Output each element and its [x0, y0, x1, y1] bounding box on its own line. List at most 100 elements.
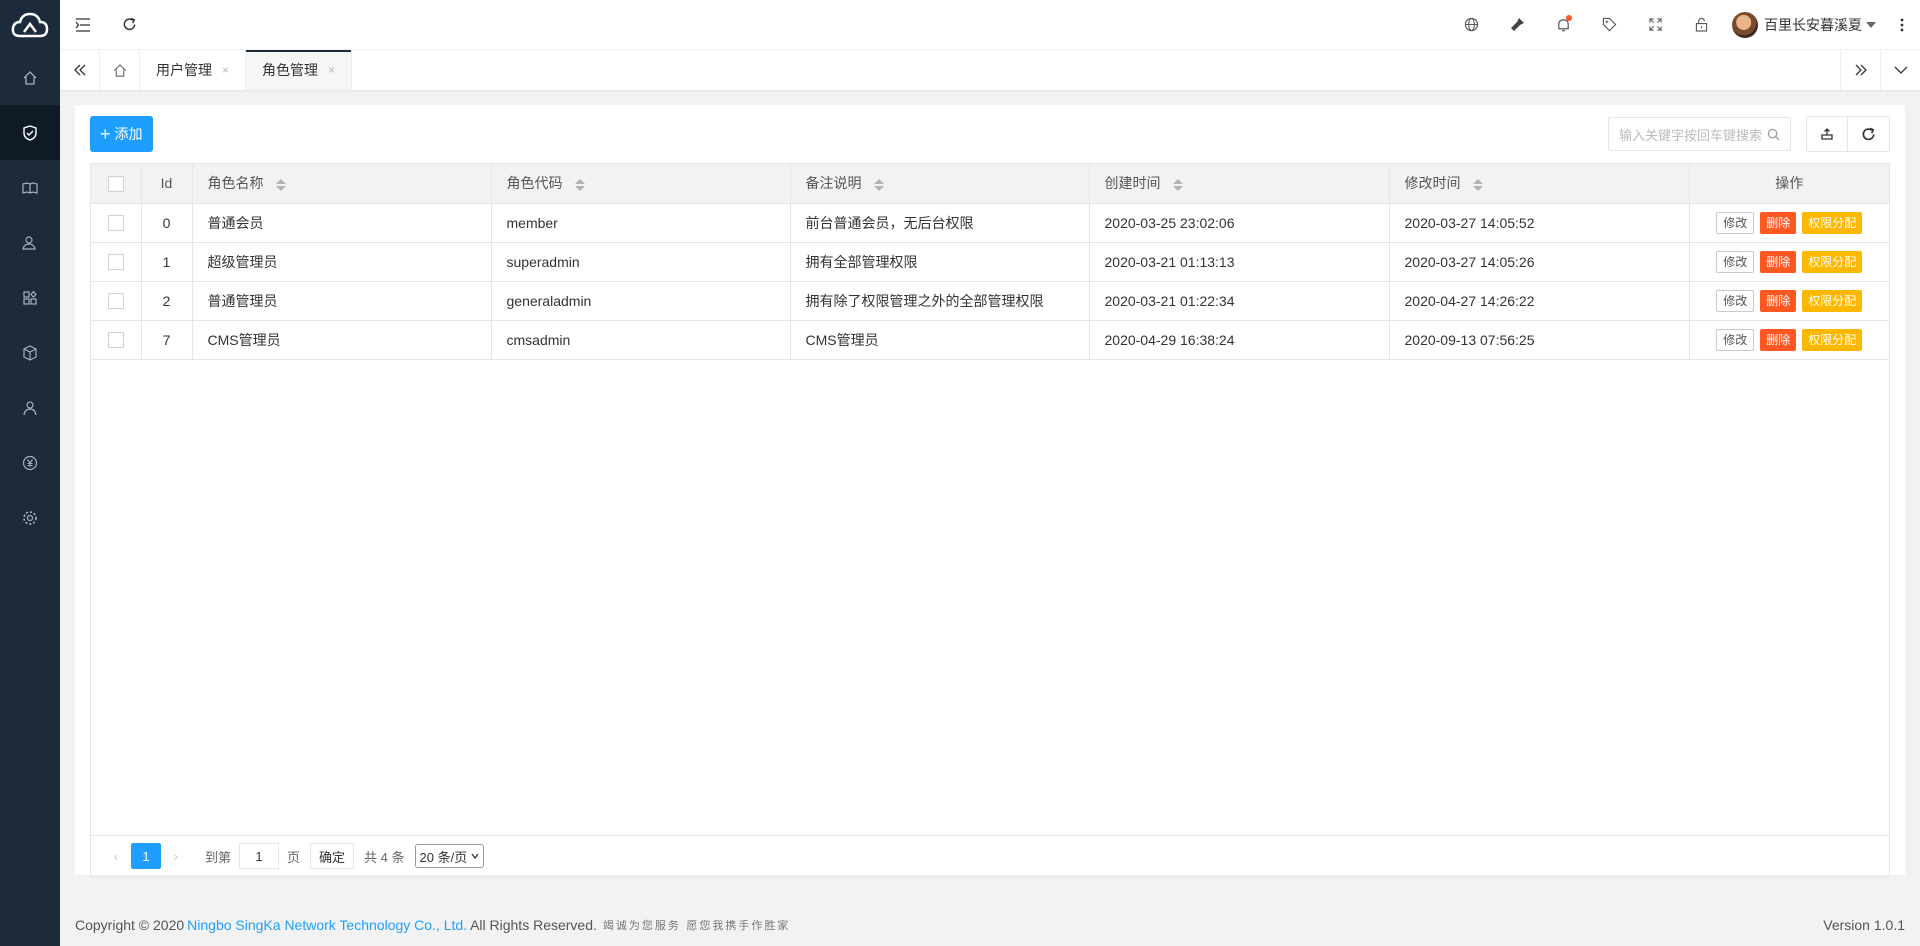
tag-icon[interactable]: [1586, 0, 1632, 50]
reload-table-icon[interactable]: [1848, 116, 1890, 152]
row-checkbox[interactable]: [91, 320, 142, 360]
nav-home-icon[interactable]: [0, 50, 60, 105]
next-page-icon[interactable]: ›: [161, 848, 191, 864]
edit-button[interactable]: 修改: [1716, 211, 1755, 234]
company-link[interactable]: Ningbo SingKa Network Technology Co., Lt…: [187, 917, 467, 933]
pagination: ‹ 1 › 到第 1 页 确定 共 4 条 20 条/页: [91, 835, 1889, 876]
permission-button[interactable]: 权限分配: [1802, 289, 1863, 312]
confirm-page-button[interactable]: 确定: [310, 843, 355, 869]
role-table: Id 角色名称 角色代码 备注说明 创建时间 修改时间 操作 0 普通会员 me…: [90, 163, 1890, 877]
lock-icon[interactable]: [1678, 0, 1724, 50]
tab-role-management[interactable]: 角色管理 ×: [246, 50, 353, 90]
current-page[interactable]: 1: [131, 843, 161, 869]
chevron-down-icon: [471, 853, 479, 859]
delete-button[interactable]: 删除: [1760, 250, 1797, 273]
tab-home-icon[interactable]: [100, 50, 140, 90]
cell-created: 2020-03-21 01:22:34: [1089, 281, 1390, 321]
page-number-input[interactable]: 1: [239, 843, 280, 869]
col-created-label: 创建时间: [1104, 175, 1161, 192]
col-remark[interactable]: 备注说明: [790, 164, 1090, 204]
refresh-icon[interactable]: [106, 0, 152, 50]
search-input[interactable]: 输入关键字按回车键搜索: [1608, 117, 1791, 151]
tab-user-management[interactable]: 用户管理 ×: [140, 50, 247, 90]
plus-icon: +: [100, 124, 111, 144]
cell-role-code: generaladmin: [491, 281, 791, 321]
nav-users-icon[interactable]: [0, 215, 60, 270]
user-menu[interactable]: 百里长安暮溪夏: [1724, 0, 1884, 50]
edit-button[interactable]: 修改: [1716, 250, 1755, 273]
fullscreen-icon[interactable]: [1632, 0, 1678, 50]
add-button[interactable]: + 添加: [90, 116, 153, 152]
nav-apps-icon[interactable]: [0, 270, 60, 325]
tab-label: 角色管理: [262, 62, 319, 78]
tab-label: 用户管理: [156, 62, 212, 78]
cell-modified: 2020-09-13 07:56:25: [1389, 320, 1690, 360]
goto-label: 到第: [205, 849, 232, 865]
menu-toggle-icon[interactable]: [60, 0, 106, 50]
bell-icon[interactable]: [1540, 0, 1586, 50]
cell-created: 2020-03-21 01:13:13: [1089, 242, 1390, 282]
page-size-value: 20 条/页: [419, 849, 468, 865]
slogan-text: 竭诚为您服务 愿您我携手作胜家: [602, 919, 791, 932]
nav-book-icon[interactable]: [0, 160, 60, 215]
delete-button[interactable]: 删除: [1760, 289, 1797, 312]
tab-close-icon[interactable]: ×: [328, 63, 335, 77]
cell-id: 2: [141, 281, 193, 321]
edit-button[interactable]: 修改: [1716, 328, 1755, 351]
permission-button[interactable]: 权限分配: [1802, 250, 1863, 273]
col-role-code[interactable]: 角色代码: [491, 164, 791, 204]
search-placeholder: 输入关键字按回车键搜索: [1619, 127, 1763, 143]
total-count: 共 4 条: [364, 849, 405, 865]
sort-icon[interactable]: [1172, 178, 1183, 191]
permission-button[interactable]: 权限分配: [1802, 328, 1863, 351]
sort-icon[interactable]: [873, 178, 884, 191]
sort-icon[interactable]: [275, 178, 286, 191]
tab-scroll-right-icon[interactable]: [1840, 50, 1880, 90]
row-checkbox[interactable]: [91, 242, 142, 282]
cell-modified: 2020-03-27 14:05:52: [1389, 203, 1690, 243]
col-created[interactable]: 创建时间: [1089, 164, 1390, 204]
cell-remark: CMS管理员: [790, 320, 1090, 360]
footer: Copyright © 2020 Ningbo SingKa Network T…: [60, 904, 1920, 946]
edit-button[interactable]: 修改: [1716, 289, 1755, 312]
nav-security-icon[interactable]: [0, 105, 60, 160]
nav-box-icon[interactable]: [0, 325, 60, 380]
row-checkbox[interactable]: [91, 203, 142, 243]
cell-role-name: 普通会员: [192, 203, 492, 243]
clear-cache-icon[interactable]: [1494, 0, 1540, 50]
delete-button[interactable]: 删除: [1760, 211, 1797, 234]
cell-modified: 2020-03-27 14:05:26: [1389, 242, 1690, 282]
sort-icon[interactable]: [1472, 178, 1483, 191]
col-role-name-label: 角色名称: [207, 175, 264, 192]
delete-button[interactable]: 删除: [1760, 328, 1797, 351]
col-id: Id: [141, 164, 193, 204]
nav-settings-icon[interactable]: [0, 490, 60, 545]
add-button-label: 添加: [114, 126, 143, 142]
cell-actions: 修改 删除 权限分配: [1689, 203, 1889, 243]
cloud-logo-icon[interactable]: [0, 0, 60, 50]
rights-text: All Rights Reserved.: [470, 917, 597, 933]
select-all-checkbox[interactable]: [91, 164, 142, 204]
cell-created: 2020-04-29 16:38:24: [1089, 320, 1390, 360]
cell-role-name: 超级管理员: [192, 242, 492, 282]
nav-yen-icon[interactable]: [0, 435, 60, 490]
row-checkbox[interactable]: [91, 281, 142, 321]
permission-button[interactable]: 权限分配: [1802, 211, 1863, 234]
globe-icon[interactable]: [1448, 0, 1494, 50]
tab-options-chevron-down-icon[interactable]: [1880, 50, 1920, 90]
tab-close-icon[interactable]: ×: [222, 63, 229, 77]
cell-remark: 拥有全部管理权限: [790, 242, 1090, 282]
tab-bar: 用户管理 × 角色管理 ×: [60, 50, 1920, 90]
tab-scroll-left-icon[interactable]: [60, 50, 100, 90]
more-vertical-icon[interactable]: [1884, 0, 1920, 50]
nav-user-icon[interactable]: [0, 380, 60, 435]
prev-page-icon[interactable]: ‹: [101, 848, 131, 864]
col-modified[interactable]: 修改时间: [1389, 164, 1690, 204]
table-row: 2 普通管理员 generaladmin 拥有除了权限管理之外的全部管理权限 2…: [91, 281, 1889, 321]
export-icon[interactable]: [1806, 116, 1848, 152]
col-role-name[interactable]: 角色名称: [192, 164, 492, 204]
table-header-row: Id 角色名称 角色代码 备注说明 创建时间 修改时间 操作: [91, 164, 1889, 204]
sort-icon[interactable]: [574, 178, 585, 191]
cell-created: 2020-03-25 23:02:06: [1089, 203, 1390, 243]
page-size-select[interactable]: 20 条/页: [414, 844, 485, 868]
